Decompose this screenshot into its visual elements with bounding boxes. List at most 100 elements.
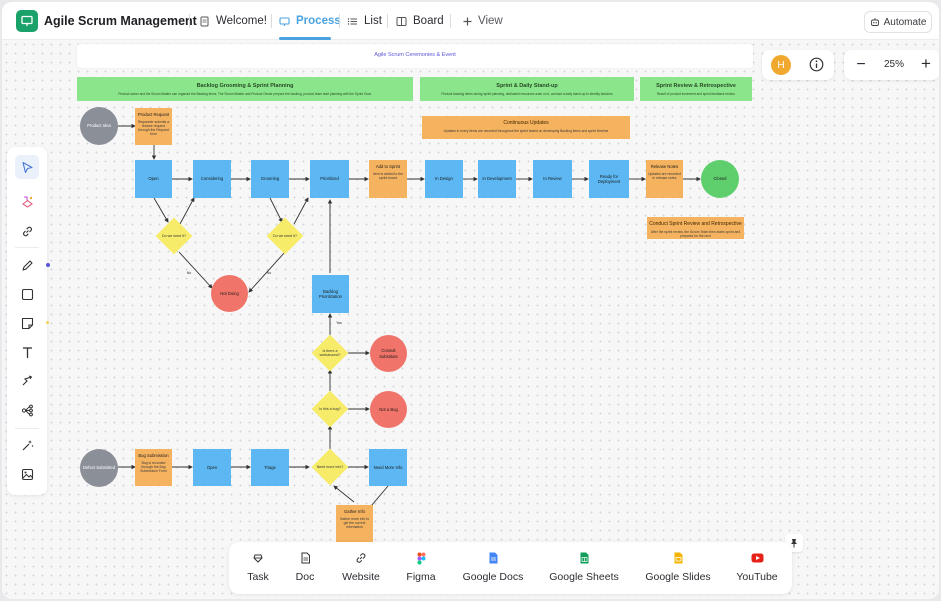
node-label: Gather Info bbox=[344, 509, 365, 514]
embed-google-slides-button[interactable]: Google Slides bbox=[643, 550, 713, 590]
embed-youtube-button[interactable]: YouTube bbox=[734, 550, 780, 590]
add-to-sprint-node[interactable]: Add to Sprint Item is added to the sprin… bbox=[369, 160, 407, 198]
pen-tool[interactable] bbox=[15, 253, 39, 277]
google-docs-icon bbox=[489, 552, 497, 564]
considering-node[interactable]: Considering bbox=[193, 160, 231, 198]
bug-submission-node[interactable]: Bug Submission Bug is recorded through t… bbox=[135, 449, 172, 486]
sticky-note-icon bbox=[21, 317, 33, 329]
connector-tool[interactable] bbox=[15, 369, 39, 393]
node-label: Considering bbox=[200, 176, 224, 182]
node-label: Open bbox=[148, 176, 159, 182]
closed-node[interactable]: Closed bbox=[701, 160, 739, 198]
in-design-node[interactable]: In Design bbox=[425, 160, 463, 198]
node-text: Requester submits a feature request thro… bbox=[137, 120, 170, 137]
node-label: Consult Substitute bbox=[379, 348, 398, 359]
node-label: Grooming bbox=[260, 176, 280, 182]
embed-google-sheets-button[interactable]: Google Sheets bbox=[547, 550, 621, 590]
color-indicator bbox=[46, 321, 49, 324]
select-icon bbox=[21, 161, 33, 173]
embed-website-button[interactable]: Website bbox=[337, 550, 385, 590]
app-window: Agile Scrum Management Welcome! Process … bbox=[2, 2, 939, 599]
backlog-prioritization-node[interactable]: Backlog Prioritization bbox=[312, 275, 349, 313]
open-bug-node[interactable]: Open bbox=[193, 449, 231, 486]
decision-label: Do we need it? bbox=[273, 233, 297, 238]
embed-doc-button[interactable]: Doc bbox=[291, 550, 319, 590]
link-icon bbox=[356, 553, 366, 563]
product-idea-node[interactable]: Product Idea bbox=[80, 107, 118, 145]
rectangle-tool[interactable] bbox=[15, 282, 39, 306]
defect-submitted-node[interactable]: Defect Submitted bbox=[80, 449, 118, 487]
doc-icon bbox=[301, 552, 310, 564]
magic-icon bbox=[22, 439, 33, 450]
embed-label: YouTube bbox=[736, 571, 778, 583]
connector-label: Yes bbox=[336, 320, 342, 325]
node-text: Gather more info to get the correct info… bbox=[339, 517, 370, 530]
node-text: Updates are recorded in release notes bbox=[648, 172, 681, 181]
ready-deployment-node[interactable]: Ready for Deployment bbox=[589, 160, 629, 198]
embed-figma-button[interactable]: Figma bbox=[404, 550, 438, 590]
embed-task-button[interactable]: Task bbox=[243, 550, 273, 590]
link-icon bbox=[22, 226, 32, 236]
select-tool[interactable] bbox=[15, 155, 39, 179]
google-slides-icon bbox=[674, 552, 682, 564]
in-review-node[interactable]: In Review bbox=[533, 160, 572, 198]
mind-map-icon bbox=[21, 404, 33, 416]
zoom-in-button[interactable]: + bbox=[918, 54, 934, 73]
mind-map-tool[interactable] bbox=[15, 398, 39, 422]
not-doing-node[interactable]: Not Doing bbox=[211, 275, 248, 312]
link-tool[interactable] bbox=[15, 219, 39, 243]
node-label: Release Notes bbox=[650, 164, 679, 169]
avatar[interactable]: H bbox=[771, 55, 791, 75]
node-label: Bug Submission bbox=[138, 453, 169, 458]
in-development-node[interactable]: In Development bbox=[478, 160, 516, 198]
embed-google-docs-button[interactable]: Google Docs bbox=[461, 550, 525, 590]
product-request-node[interactable]: Product Request Requester submits a feat… bbox=[135, 108, 172, 145]
node-label: Need More Info bbox=[373, 464, 403, 470]
image-tool[interactable] bbox=[15, 462, 39, 486]
node-label: In Review bbox=[543, 176, 562, 182]
ai-shapes-tool[interactable] bbox=[15, 189, 39, 213]
sticky-note-tool[interactable] bbox=[15, 311, 39, 335]
node-label: Backlog Prioritization bbox=[318, 288, 343, 299]
triage-node[interactable]: Triage bbox=[251, 449, 289, 486]
embed-label: Google Slides bbox=[645, 571, 711, 583]
consult-substitute-node[interactable]: Consult Substitute bbox=[370, 335, 407, 372]
info-icon[interactable] bbox=[809, 57, 824, 77]
release-notes-node[interactable]: Release Notes Updates are recorded in re… bbox=[646, 160, 683, 198]
node-label: Not Doing bbox=[220, 290, 239, 296]
figma-icon bbox=[417, 552, 425, 564]
zoom-out-button[interactable]: − bbox=[854, 56, 868, 74]
toolbar-divider bbox=[15, 428, 39, 429]
pen-icon bbox=[21, 259, 33, 271]
node-label: In Development bbox=[482, 176, 512, 182]
not-a-bug-node[interactable]: Not a Bug bbox=[370, 391, 407, 428]
connector-label: No bbox=[266, 270, 272, 275]
node-label: Product Request bbox=[137, 112, 170, 117]
grooming-node[interactable]: Grooming bbox=[251, 160, 289, 198]
rectangle-icon bbox=[21, 288, 33, 300]
magic-tool[interactable] bbox=[15, 433, 39, 457]
embed-bar: Task Doc Website Figma Google Docs Googl… bbox=[229, 542, 792, 594]
ai-shapes-icon bbox=[21, 195, 33, 208]
decision-label: Is there a workaround? bbox=[319, 348, 341, 357]
zoom-level: 25% bbox=[883, 59, 904, 70]
task-icon bbox=[253, 554, 263, 563]
decision-label: Do we need it? bbox=[162, 233, 186, 238]
embed-label: Doc bbox=[295, 571, 315, 583]
node-label: Triage bbox=[264, 464, 276, 470]
whiteboard-canvas[interactable]: Agile Scrum Ceremonies & Event Backlog G… bbox=[2, 40, 939, 599]
node-label: Prioritized bbox=[320, 176, 339, 182]
collaborators-panel: H bbox=[762, 50, 834, 80]
zoom-controls: − 25% + bbox=[844, 50, 939, 80]
need-more-info-node[interactable]: Need More Info bbox=[369, 449, 407, 486]
prioritized-node[interactable]: Prioritized bbox=[310, 160, 349, 198]
node-label: In Design bbox=[435, 176, 453, 182]
gather-info-node[interactable]: Gather Info Gather more info to get the … bbox=[336, 505, 373, 542]
google-sheets-icon bbox=[580, 552, 588, 564]
connector-label: No bbox=[186, 270, 192, 275]
embed-label: Website bbox=[342, 571, 380, 583]
youtube-icon bbox=[751, 553, 763, 563]
open-node[interactable]: Open bbox=[135, 160, 172, 198]
node-label: Open bbox=[206, 464, 218, 470]
text-tool[interactable] bbox=[15, 340, 39, 364]
